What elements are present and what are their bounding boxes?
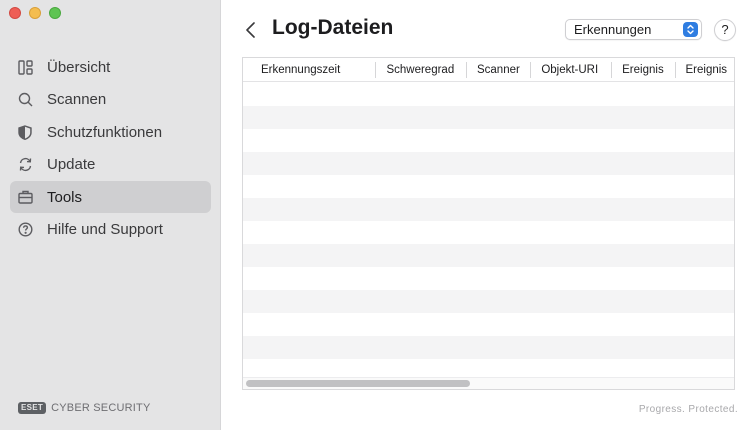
column-header-scanner[interactable]: Scanner <box>467 58 532 82</box>
refresh-icon <box>17 157 33 173</box>
chevron-left-icon <box>246 22 255 38</box>
sidebar-item-protection[interactable]: Schutzfunktionen <box>10 116 211 148</box>
table-row <box>243 198 734 221</box>
overview-icon <box>17 59 33 75</box>
select-stepper-icon <box>683 22 698 37</box>
column-header-event[interactable]: Ereignis <box>612 58 676 82</box>
table-row <box>243 267 734 290</box>
column-header-detection-time[interactable]: Erkennungszeit <box>243 58 377 82</box>
sidebar-item-label: Übersicht <box>47 58 111 76</box>
tagline: Progress. Protected. <box>638 404 738 415</box>
sidebar-item-scan[interactable]: Scannen <box>10 84 211 116</box>
help-button[interactable]: ? <box>714 19 736 41</box>
sidebar-nav: Übersicht Scannen Schutzfunktionen Updat… <box>10 51 211 246</box>
table-row <box>243 336 734 359</box>
log-table: Erkennungszeit Schweregrad Scanner Objek… <box>242 57 735 390</box>
search-icon <box>17 92 33 108</box>
main-content: Log-Dateien Erkennungen ? Erkennungszeit… <box>222 0 756 430</box>
table-row <box>243 106 734 129</box>
scrollbar-thumb[interactable] <box>246 380 470 387</box>
table-body <box>243 83 734 382</box>
table-row <box>243 313 734 336</box>
eset-logo: ESET <box>18 402 47 414</box>
table-header: Erkennungszeit Schweregrad Scanner Objek… <box>243 58 734 82</box>
minimize-window-button[interactable] <box>29 7 41 19</box>
toolbox-icon <box>17 189 33 205</box>
brand: ESET CYBER SECURITY <box>18 402 150 414</box>
column-header-event-2[interactable]: Ereignis <box>676 58 735 82</box>
column-header-object-uri[interactable]: Objekt-URI <box>531 58 612 82</box>
log-type-select-value: Erkennungen <box>574 22 652 37</box>
sidebar-item-label: Scannen <box>47 91 107 108</box>
table-row <box>243 290 734 313</box>
product-name: CYBER SECURITY <box>51 402 151 414</box>
table-row <box>243 152 734 175</box>
sidebar-item-label: Hilfe und Support <box>47 221 163 238</box>
horizontal-scrollbar[interactable] <box>243 377 734 389</box>
sidebar-item-label: Tools <box>47 188 83 206</box>
close-window-button[interactable] <box>9 7 21 19</box>
sidebar-item-help[interactable]: Hilfe und Support <box>10 214 211 246</box>
table-row <box>243 175 734 198</box>
table-row <box>243 244 734 267</box>
back-button[interactable] <box>244 20 258 40</box>
sidebar-item-overview[interactable]: Übersicht <box>10 51 211 83</box>
sidebar-item-update[interactable]: Update <box>10 149 211 181</box>
table-row <box>243 129 734 152</box>
table-row <box>243 221 734 244</box>
help-icon <box>17 222 33 238</box>
table-row <box>243 83 734 106</box>
sidebar-item-tools[interactable]: Tools <box>10 181 211 213</box>
app-window: Übersicht Scannen Schutzfunktionen Updat… <box>0 0 756 430</box>
sidebar-item-label: Update <box>47 156 96 173</box>
sidebar: Übersicht Scannen Schutzfunktionen Updat… <box>0 0 221 430</box>
column-header-severity[interactable]: Schweregrad <box>376 58 467 82</box>
window-controls <box>9 7 61 19</box>
sidebar-item-label: Schutzfunktionen <box>47 123 163 141</box>
zoom-window-button[interactable] <box>49 7 61 19</box>
log-type-select[interactable]: Erkennungen <box>565 19 702 40</box>
shield-icon <box>17 124 33 140</box>
page-title: Log-Dateien <box>272 16 394 39</box>
